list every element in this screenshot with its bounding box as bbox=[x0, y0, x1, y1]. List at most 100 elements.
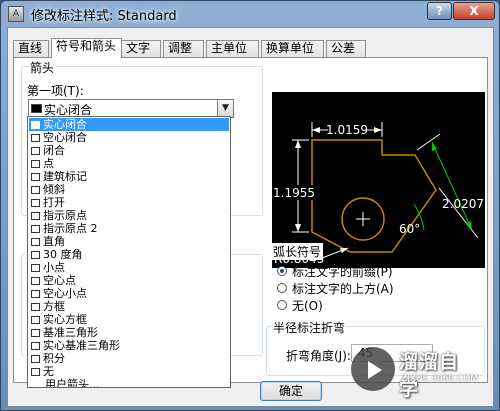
arrowhead-preview-icon bbox=[31, 121, 40, 129]
arrowhead-option-label: 指示原点 bbox=[43, 209, 87, 222]
play-icon bbox=[368, 361, 382, 379]
arrowhead-option[interactable]: 用户箭头... bbox=[29, 378, 229, 388]
chevron-down-icon[interactable]: ▼ bbox=[217, 100, 233, 117]
arrowhead-option-label: 实心闭合 bbox=[43, 118, 87, 131]
help-button[interactable]: ? bbox=[427, 2, 452, 20]
arrowhead-preview-icon bbox=[31, 277, 40, 285]
arrowhead-option[interactable]: 小点 bbox=[29, 261, 229, 274]
dim-right-text: 2.0207 bbox=[442, 197, 484, 211]
arrowhead-option[interactable]: 空心点 bbox=[29, 274, 229, 287]
arrowhead-preview-icon bbox=[31, 160, 40, 168]
arrowhead-option[interactable]: 点 bbox=[29, 157, 229, 170]
tab-text[interactable]: 文字 bbox=[121, 40, 161, 57]
arrowhead-preview-icon bbox=[31, 368, 40, 376]
arrowhead-option-label: 空心闭合 bbox=[43, 131, 87, 144]
arrowhead-preview-icon bbox=[31, 173, 40, 181]
arrowhead-option[interactable]: 实心基准三角形 bbox=[29, 339, 229, 352]
arrowhead-option[interactable]: 指示原点 2 bbox=[29, 222, 229, 235]
arrowhead-option-label: 无 bbox=[43, 365, 54, 378]
tab-fit[interactable]: 调整 bbox=[163, 40, 204, 57]
arrowhead-option[interactable]: 无 bbox=[29, 365, 229, 378]
arrowhead-option[interactable]: 建筑标记 bbox=[29, 170, 229, 183]
arrowhead-option-label: 30 度角 bbox=[43, 248, 83, 261]
arrowhead-option-label: 点 bbox=[43, 157, 54, 170]
arrowhead-option-label: 小点 bbox=[43, 261, 65, 274]
arrowhead-option[interactable]: 打开 bbox=[29, 196, 229, 209]
title-bar[interactable]: A 修改标注样式: Standard ? X bbox=[1, 1, 499, 27]
arrowhead-option-label: 积分 bbox=[43, 352, 65, 365]
arrowhead-option[interactable]: 实心闭合 bbox=[29, 118, 229, 131]
arrowhead-preview-icon bbox=[31, 199, 40, 207]
arrowhead-preview-icon bbox=[31, 303, 40, 311]
arrowhead-preview-icon bbox=[31, 355, 40, 363]
arc-none-radio[interactable] bbox=[277, 300, 287, 310]
arrowhead-option[interactable]: 空心小点 bbox=[29, 287, 229, 300]
jog-angle-label: 折弯角度(J): bbox=[286, 349, 351, 363]
close-button[interactable]: X bbox=[453, 2, 495, 20]
tab-tolerances[interactable]: 公差 bbox=[326, 40, 366, 57]
arrowhead-option-label: 闭合 bbox=[43, 144, 65, 157]
arc-above-radio[interactable] bbox=[277, 283, 287, 293]
arrowhead-preview-icon bbox=[31, 316, 40, 324]
arrowhead-option-label: 指示原点 2 bbox=[43, 222, 98, 235]
dimension-preview: 1.0159 1.1955 2.0207 60° bbox=[272, 92, 485, 268]
arrowhead-option-label: 空心小点 bbox=[43, 287, 87, 300]
arrowhead-option[interactable]: 闭合 bbox=[29, 144, 229, 157]
arrowhead-option-label: 实心基准三角形 bbox=[43, 339, 120, 352]
arrowhead-preview-icon bbox=[31, 186, 40, 194]
app-icon: A bbox=[8, 6, 24, 22]
arrowhead-preview-icon bbox=[31, 290, 40, 298]
window-title: 修改标注样式: Standard bbox=[31, 9, 177, 24]
arrowhead-option-label: 基准三角形 bbox=[43, 326, 98, 339]
arrowhead-preview-icon bbox=[31, 225, 40, 233]
arrowhead-preview-icon bbox=[31, 212, 40, 220]
arc-prefix-radio[interactable] bbox=[277, 266, 287, 276]
preview-drawing: 1.0159 1.1955 2.0207 60° bbox=[273, 122, 484, 266]
arrowhead-option[interactable]: 30 度角 bbox=[29, 248, 229, 261]
arc-length-group-title: 弧长符号 bbox=[271, 243, 324, 260]
arrowhead-dropdown-list[interactable]: 实心闭合 空心闭合 闭合点建筑标记 倾斜 打开 指示原点 指示原点 2 直角 30 度角 小点 空心… bbox=[27, 116, 231, 388]
watermark: 溜溜自学 ZIXUE.3066.COM bbox=[351, 345, 478, 400]
dim-left-text: 1.1955 bbox=[273, 186, 315, 200]
tab-lines[interactable]: 直线 bbox=[13, 40, 49, 57]
arrowhead-option[interactable]: 空心闭合 bbox=[29, 131, 229, 144]
closed-filled-arrow-icon bbox=[31, 104, 42, 113]
arrowhead-preview-icon bbox=[31, 147, 40, 155]
arrowhead-preview-icon bbox=[31, 134, 40, 142]
arrowhead-option-label: 打开 bbox=[43, 196, 65, 209]
arrowhead-option[interactable]: 基准三角形 bbox=[29, 326, 229, 339]
arrowhead-option[interactable]: 直角 bbox=[29, 235, 229, 248]
first-arrow-label: 第一项(T): bbox=[27, 84, 84, 98]
arrowhead-option-label: 倾斜 bbox=[43, 183, 65, 196]
arrowhead-option-label: 空心点 bbox=[43, 274, 76, 287]
tab-symbols-arrows[interactable]: 符号和箭头 bbox=[51, 38, 122, 58]
arrowhead-option[interactable]: 实心方框 bbox=[29, 313, 229, 326]
arrowhead-preview-icon bbox=[31, 251, 40, 259]
dialog-window: A 修改标注样式: Standard ? X 直线 符号和箭头 文字 调整 主单… bbox=[0, 0, 500, 411]
arc-none-label[interactable]: 无(O) bbox=[292, 297, 323, 314]
tab-primary-units[interactable]: 主单位 bbox=[206, 40, 259, 57]
arc-prefix-label[interactable]: 标注文字的前缀(P) bbox=[292, 263, 393, 280]
arrowheads-group-title: 箭头 bbox=[28, 59, 57, 76]
arrowhead-option[interactable]: 指示原点 bbox=[29, 209, 229, 222]
arrowhead-option-label: 方框 bbox=[43, 300, 65, 313]
arrowhead-option[interactable]: 方框 bbox=[29, 300, 229, 313]
dim-top-text: 1.0159 bbox=[326, 123, 368, 137]
arrowhead-preview-icon bbox=[31, 342, 40, 350]
tab-alternate-units[interactable]: 换算单位 bbox=[261, 40, 324, 57]
radius-jog-group-title: 半径标注折弯 bbox=[271, 319, 348, 336]
arrowhead-option-label: 直角 bbox=[43, 235, 65, 248]
arrowhead-option-label: 建筑标记 bbox=[43, 170, 87, 183]
arrowhead-preview-icon bbox=[31, 329, 40, 337]
arrowhead-option-label: 实心方框 bbox=[43, 313, 87, 326]
arrowhead-option-label: 用户箭头... bbox=[45, 378, 100, 388]
arrowhead-preview-icon bbox=[31, 264, 40, 272]
watermark-logo bbox=[351, 347, 395, 391]
arc-above-label[interactable]: 标注文字的上方(A) bbox=[292, 280, 394, 297]
dim-angle-text: 60° bbox=[399, 222, 420, 236]
ok-button[interactable]: 确定 bbox=[260, 381, 322, 401]
arrowhead-option[interactable]: 积分 bbox=[29, 352, 229, 365]
arrowhead-preview-icon bbox=[31, 238, 40, 246]
watermark-url: ZIXUE.3066.COM bbox=[401, 374, 479, 384]
arrowhead-option[interactable]: 倾斜 bbox=[29, 183, 229, 196]
